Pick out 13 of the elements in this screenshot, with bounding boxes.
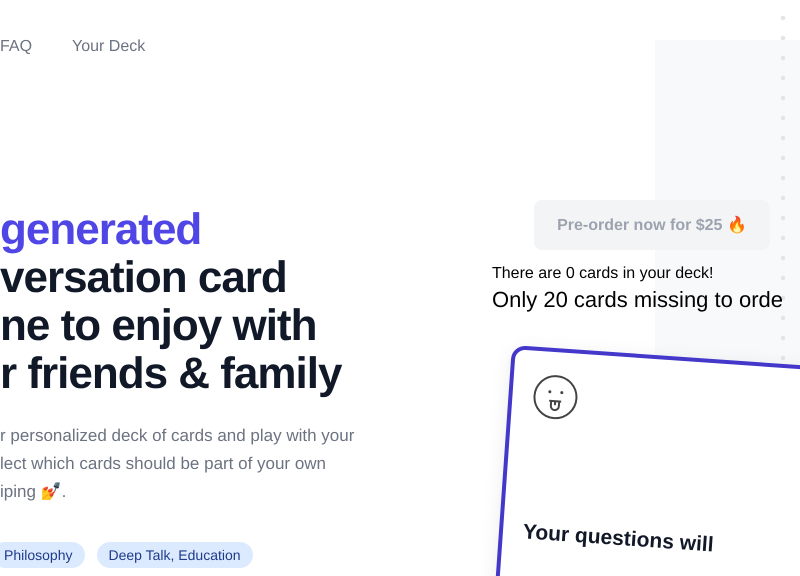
description-paragraph: r personalized deck of cards and play with your lect which cards should be part of your own iping 💅.	[0, 425, 356, 503]
headline-line: ne to enjoy with	[0, 302, 318, 350]
category-tag[interactable]: Philosophy	[0, 542, 84, 568]
headline-line: r friends & family	[0, 350, 344, 398]
nav-link[interactable]: Your Deck	[72, 38, 146, 78]
nav-link[interactable]: FAQ	[0, 38, 32, 78]
card-question-text: Your questions will	[522, 520, 716, 559]
headline-line: versation card	[0, 254, 288, 302]
cards-missing-text: Only 20 cards missing to orde	[492, 287, 784, 313]
tongue-face-icon	[530, 372, 580, 422]
headline-highlight: generated	[0, 206, 202, 254]
deck-count-text: There are 0 cards in your deck!	[492, 265, 714, 283]
category-tag[interactable]: Deep Talk, Education	[96, 542, 253, 568]
